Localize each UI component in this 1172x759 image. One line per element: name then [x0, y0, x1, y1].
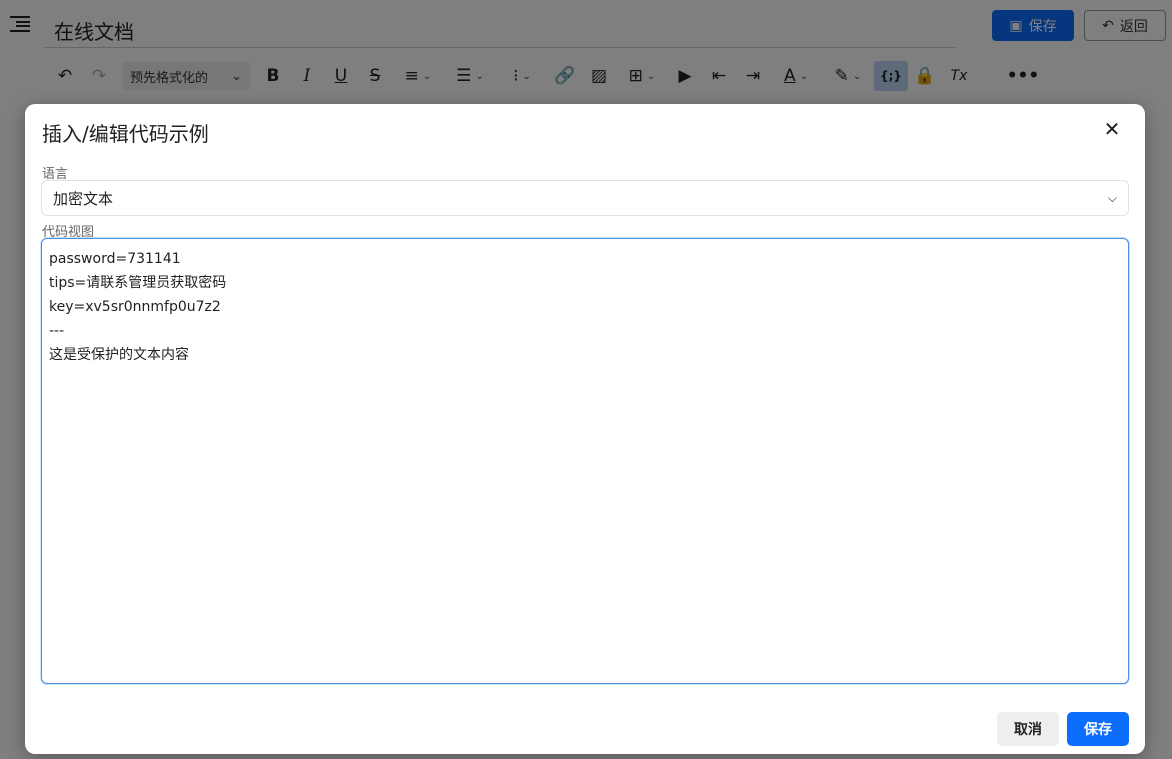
dialog-title: 插入/编辑代码示例	[42, 122, 209, 146]
code-textarea[interactable]: password=731141 tips=请联系管理员获取密码 key=xv5s…	[41, 238, 1129, 684]
close-icon[interactable]: ✕	[1101, 117, 1123, 141]
cancel-button[interactable]: 取消	[997, 712, 1059, 746]
code-sample-dialog: 插入/编辑代码示例 ✕ 语言 加密文本 ⌵ 代码视图 password=7311…	[25, 104, 1145, 754]
language-value: 加密文本	[53, 189, 114, 208]
chevron-down-icon: ⌵	[1107, 190, 1117, 205]
language-select[interactable]: 加密文本 ⌵	[41, 180, 1129, 216]
save-button[interactable]: 保存	[1067, 712, 1129, 746]
